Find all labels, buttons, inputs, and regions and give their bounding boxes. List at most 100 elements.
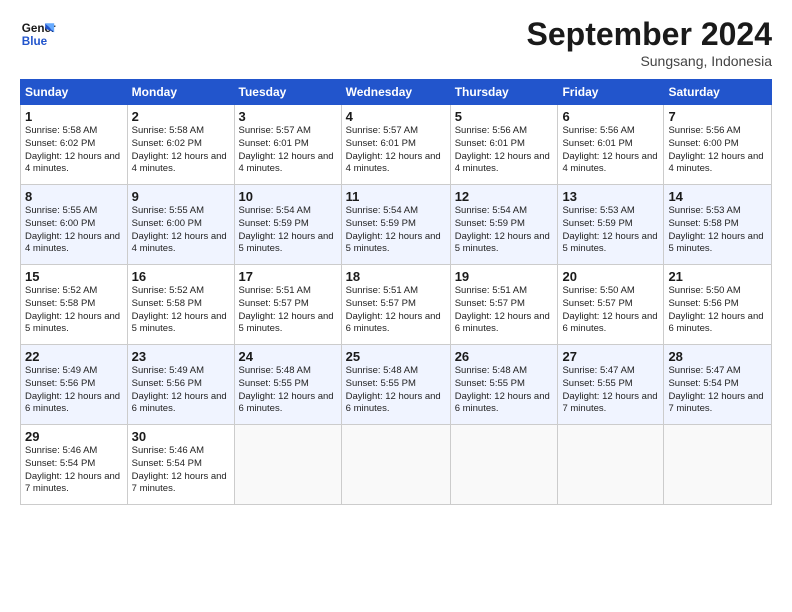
calendar-cell: 10 Sunrise: 5:54 AM Sunset: 5:59 PM Dayl…: [234, 185, 341, 265]
day-number: 13: [562, 189, 659, 204]
day-number: 3: [239, 109, 337, 124]
day-number: 26: [455, 349, 554, 364]
day-info: Sunrise: 5:58 AM Sunset: 6:02 PM Dayligh…: [25, 125, 123, 176]
col-sunday: Sunday: [21, 80, 128, 105]
day-info: Sunrise: 5:51 AM Sunset: 5:57 PM Dayligh…: [455, 285, 554, 336]
calendar-cell: 22 Sunrise: 5:49 AM Sunset: 5:56 PM Dayl…: [21, 345, 128, 425]
calendar-cell: 8 Sunrise: 5:55 AM Sunset: 6:00 PM Dayli…: [21, 185, 128, 265]
calendar-week-row: 1 Sunrise: 5:58 AM Sunset: 6:02 PM Dayli…: [21, 105, 772, 185]
day-info: Sunrise: 5:56 AM Sunset: 6:01 PM Dayligh…: [455, 125, 554, 176]
day-number: 6: [562, 109, 659, 124]
day-info: Sunrise: 5:56 AM Sunset: 6:00 PM Dayligh…: [668, 125, 767, 176]
day-info: Sunrise: 5:55 AM Sunset: 6:00 PM Dayligh…: [25, 205, 123, 256]
calendar-cell: 5 Sunrise: 5:56 AM Sunset: 6:01 PM Dayli…: [450, 105, 558, 185]
calendar-cell: 9 Sunrise: 5:55 AM Sunset: 6:00 PM Dayli…: [127, 185, 234, 265]
calendar-cell: 2 Sunrise: 5:58 AM Sunset: 6:02 PM Dayli…: [127, 105, 234, 185]
calendar-cell: 14 Sunrise: 5:53 AM Sunset: 5:58 PM Dayl…: [664, 185, 772, 265]
day-number: 22: [25, 349, 123, 364]
day-info: Sunrise: 5:57 AM Sunset: 6:01 PM Dayligh…: [239, 125, 337, 176]
day-number: 18: [346, 269, 446, 284]
title-block: September 2024 Sungsang, Indonesia: [527, 16, 772, 69]
header: General Blue September 2024 Sungsang, In…: [20, 16, 772, 69]
day-number: 16: [132, 269, 230, 284]
calendar-cell: 13 Sunrise: 5:53 AM Sunset: 5:59 PM Dayl…: [558, 185, 664, 265]
day-info: Sunrise: 5:50 AM Sunset: 5:57 PM Dayligh…: [562, 285, 659, 336]
day-number: 12: [455, 189, 554, 204]
calendar-cell: 11 Sunrise: 5:54 AM Sunset: 5:59 PM Dayl…: [341, 185, 450, 265]
day-number: 5: [455, 109, 554, 124]
day-info: Sunrise: 5:55 AM Sunset: 6:00 PM Dayligh…: [132, 205, 230, 256]
col-friday: Friday: [558, 80, 664, 105]
calendar-cell: 28 Sunrise: 5:47 AM Sunset: 5:54 PM Dayl…: [664, 345, 772, 425]
svg-text:Blue: Blue: [22, 35, 48, 48]
calendar-cell: [450, 425, 558, 505]
page: General Blue September 2024 Sungsang, In…: [0, 0, 792, 612]
day-number: 1: [25, 109, 123, 124]
day-info: Sunrise: 5:48 AM Sunset: 5:55 PM Dayligh…: [239, 365, 337, 416]
calendar-cell: 17 Sunrise: 5:51 AM Sunset: 5:57 PM Dayl…: [234, 265, 341, 345]
calendar-week-row: 15 Sunrise: 5:52 AM Sunset: 5:58 PM Dayl…: [21, 265, 772, 345]
day-info: Sunrise: 5:56 AM Sunset: 6:01 PM Dayligh…: [562, 125, 659, 176]
calendar-cell: 15 Sunrise: 5:52 AM Sunset: 5:58 PM Dayl…: [21, 265, 128, 345]
calendar-week-row: 29 Sunrise: 5:46 AM Sunset: 5:54 PM Dayl…: [21, 425, 772, 505]
day-info: Sunrise: 5:49 AM Sunset: 5:56 PM Dayligh…: [25, 365, 123, 416]
col-thursday: Thursday: [450, 80, 558, 105]
day-number: 28: [668, 349, 767, 364]
col-tuesday: Tuesday: [234, 80, 341, 105]
day-number: 19: [455, 269, 554, 284]
day-number: 23: [132, 349, 230, 364]
logo-icon: General Blue: [20, 16, 56, 52]
calendar-cell: [558, 425, 664, 505]
day-number: 25: [346, 349, 446, 364]
day-number: 11: [346, 189, 446, 204]
calendar-cell: 1 Sunrise: 5:58 AM Sunset: 6:02 PM Dayli…: [21, 105, 128, 185]
calendar-week-row: 22 Sunrise: 5:49 AM Sunset: 5:56 PM Dayl…: [21, 345, 772, 425]
calendar-cell: 18 Sunrise: 5:51 AM Sunset: 5:57 PM Dayl…: [341, 265, 450, 345]
day-info: Sunrise: 5:58 AM Sunset: 6:02 PM Dayligh…: [132, 125, 230, 176]
calendar-cell: 29 Sunrise: 5:46 AM Sunset: 5:54 PM Dayl…: [21, 425, 128, 505]
day-number: 8: [25, 189, 123, 204]
day-info: Sunrise: 5:50 AM Sunset: 5:56 PM Dayligh…: [668, 285, 767, 336]
col-saturday: Saturday: [664, 80, 772, 105]
day-info: Sunrise: 5:49 AM Sunset: 5:56 PM Dayligh…: [132, 365, 230, 416]
calendar-cell: 25 Sunrise: 5:48 AM Sunset: 5:55 PM Dayl…: [341, 345, 450, 425]
day-info: Sunrise: 5:48 AM Sunset: 5:55 PM Dayligh…: [346, 365, 446, 416]
day-number: 17: [239, 269, 337, 284]
day-info: Sunrise: 5:52 AM Sunset: 5:58 PM Dayligh…: [132, 285, 230, 336]
calendar-cell: 20 Sunrise: 5:50 AM Sunset: 5:57 PM Dayl…: [558, 265, 664, 345]
month-title: September 2024: [527, 16, 772, 53]
calendar-cell: [341, 425, 450, 505]
day-info: Sunrise: 5:53 AM Sunset: 5:58 PM Dayligh…: [668, 205, 767, 256]
calendar-cell: 21 Sunrise: 5:50 AM Sunset: 5:56 PM Dayl…: [664, 265, 772, 345]
calendar-cell: 24 Sunrise: 5:48 AM Sunset: 5:55 PM Dayl…: [234, 345, 341, 425]
day-number: 21: [668, 269, 767, 284]
calendar-cell: 19 Sunrise: 5:51 AM Sunset: 5:57 PM Dayl…: [450, 265, 558, 345]
day-info: Sunrise: 5:54 AM Sunset: 5:59 PM Dayligh…: [346, 205, 446, 256]
day-number: 2: [132, 109, 230, 124]
col-monday: Monday: [127, 80, 234, 105]
day-number: 9: [132, 189, 230, 204]
day-number: 29: [25, 429, 123, 444]
day-info: Sunrise: 5:51 AM Sunset: 5:57 PM Dayligh…: [346, 285, 446, 336]
calendar-cell: 7 Sunrise: 5:56 AM Sunset: 6:00 PM Dayli…: [664, 105, 772, 185]
day-info: Sunrise: 5:52 AM Sunset: 5:58 PM Dayligh…: [25, 285, 123, 336]
calendar-cell: [234, 425, 341, 505]
calendar-cell: 26 Sunrise: 5:48 AM Sunset: 5:55 PM Dayl…: [450, 345, 558, 425]
day-number: 7: [668, 109, 767, 124]
calendar-cell: 16 Sunrise: 5:52 AM Sunset: 5:58 PM Dayl…: [127, 265, 234, 345]
day-number: 15: [25, 269, 123, 284]
logo: General Blue: [20, 16, 56, 52]
day-number: 24: [239, 349, 337, 364]
day-info: Sunrise: 5:48 AM Sunset: 5:55 PM Dayligh…: [455, 365, 554, 416]
col-wednesday: Wednesday: [341, 80, 450, 105]
day-number: 20: [562, 269, 659, 284]
day-info: Sunrise: 5:47 AM Sunset: 5:54 PM Dayligh…: [668, 365, 767, 416]
day-info: Sunrise: 5:54 AM Sunset: 5:59 PM Dayligh…: [455, 205, 554, 256]
day-number: 30: [132, 429, 230, 444]
subtitle: Sungsang, Indonesia: [527, 53, 772, 69]
day-number: 4: [346, 109, 446, 124]
calendar-cell: 3 Sunrise: 5:57 AM Sunset: 6:01 PM Dayli…: [234, 105, 341, 185]
day-info: Sunrise: 5:57 AM Sunset: 6:01 PM Dayligh…: [346, 125, 446, 176]
day-info: Sunrise: 5:54 AM Sunset: 5:59 PM Dayligh…: [239, 205, 337, 256]
day-info: Sunrise: 5:51 AM Sunset: 5:57 PM Dayligh…: [239, 285, 337, 336]
